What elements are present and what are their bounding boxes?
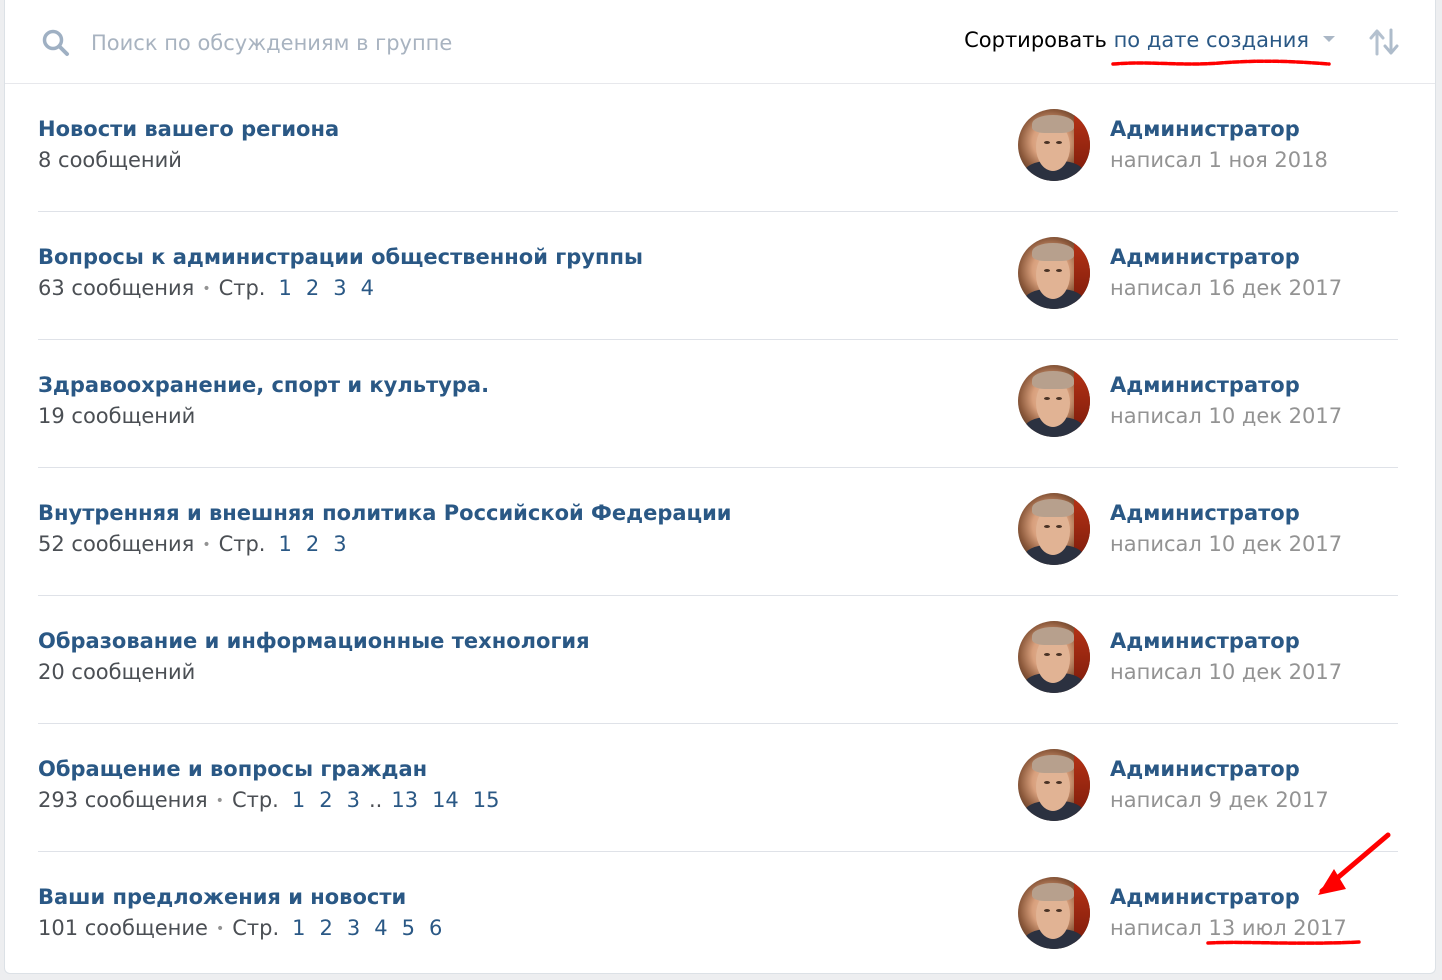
message-count: 52 сообщения	[38, 532, 195, 556]
topic-meta: 8 сообщений	[38, 148, 182, 172]
pages-label: Стр.	[218, 532, 266, 556]
chevron-down-icon[interactable]	[1323, 36, 1335, 42]
topic-row: Образование и информационные технология 2…	[38, 596, 1398, 724]
topic-title-link[interactable]: Здравоохранение, спорт и культура.	[38, 373, 489, 397]
page-link[interactable]: 3	[347, 916, 360, 940]
last-post-date: написал 10 дек 2017	[1110, 660, 1343, 684]
search-input[interactable]	[89, 22, 653, 64]
avatar[interactable]	[1018, 365, 1090, 437]
last-post-date: написал 10 дек 2017	[1110, 404, 1343, 428]
page-link[interactable]: 13	[391, 788, 418, 812]
author-link[interactable]: Администратор	[1110, 373, 1300, 397]
avatar[interactable]	[1018, 237, 1090, 309]
pages-ellipsis: ..	[368, 788, 383, 812]
topic-title-link[interactable]: Внутренняя и внешняя политика Российской…	[38, 501, 732, 525]
page-link[interactable]: 4	[374, 916, 387, 940]
page-link[interactable]: 1	[292, 788, 305, 812]
annotation-underline-date	[1206, 940, 1362, 945]
separator-dot: •	[202, 537, 211, 553]
message-count: 19 сообщений	[38, 404, 196, 428]
message-count: 101 сообщение	[38, 916, 208, 940]
page-link[interactable]: 4	[361, 276, 374, 300]
topic-title-link[interactable]: Вопросы к администрации общественной гру…	[38, 245, 643, 269]
pages-label: Стр.	[218, 276, 266, 300]
page-link[interactable]: 3	[333, 532, 346, 556]
last-post-date: написал 1 ноя 2018	[1110, 148, 1328, 172]
message-count: 20 сообщений	[38, 660, 196, 684]
author-link[interactable]: Администратор	[1110, 629, 1300, 653]
discussions-header: Сортировать по дате создания	[5, 0, 1435, 84]
sort-control: Сортировать по дате создания	[964, 28, 1335, 58]
topic-meta: 19 сообщений	[38, 404, 195, 428]
separator-dot: •	[215, 793, 224, 809]
page-link[interactable]: 3	[333, 276, 346, 300]
avatar[interactable]	[1018, 877, 1090, 949]
page-link[interactable]: 2	[306, 532, 319, 556]
topic-row: Обращение и вопросы граждан 293 сообщения…	[38, 724, 1398, 852]
topic-row: Внутренняя и внешняя политика Российской…	[38, 468, 1398, 596]
topic-meta: 101 сообщение • Стр. 1 2 3 4 5 6	[38, 916, 449, 940]
avatar[interactable]	[1018, 109, 1090, 181]
topic-title-link[interactable]: Ваши предложения и новости	[38, 885, 406, 909]
last-post-date: написал 10 дек 2017	[1110, 532, 1343, 556]
sort-label: Сортировать	[964, 28, 1107, 52]
topic-row: Новости вашего региона 8 сообщений Админис…	[38, 84, 1398, 212]
page-link[interactable]: 15	[473, 788, 500, 812]
pages-label: Стр.	[231, 788, 279, 812]
topic-row: Здравоохранение, спорт и культура. 19 соо…	[38, 340, 1398, 468]
pages-label: Стр.	[232, 916, 280, 940]
page-link[interactable]: 14	[432, 788, 459, 812]
last-post-date: написал 16 дек 2017	[1110, 276, 1343, 300]
separator-dot: •	[202, 281, 211, 297]
page-link[interactable]: 3	[347, 788, 360, 812]
topic-meta: 52 сообщения • Стр. 1 2 3	[38, 532, 354, 556]
author-link[interactable]: Администратор	[1110, 885, 1300, 909]
message-count: 8 сообщений	[38, 148, 182, 172]
page-link[interactable]: 1	[292, 916, 305, 940]
sort-order-icon[interactable]	[1367, 27, 1401, 57]
separator-dot: •	[215, 921, 225, 937]
page-link[interactable]: 6	[429, 916, 442, 940]
author-link[interactable]: Администратор	[1110, 117, 1300, 141]
author-link[interactable]: Администратор	[1110, 501, 1300, 525]
topic-list: Новости вашего региона 8 сообщений Админис…	[38, 84, 1398, 979]
topic-title-link[interactable]: Новости вашего региона	[38, 117, 339, 141]
avatar[interactable]	[1018, 749, 1090, 821]
sort-value-dropdown[interactable]: по дате создания	[1114, 28, 1309, 52]
message-count: 63 сообщения	[38, 276, 195, 300]
page-link[interactable]: 1	[278, 276, 291, 300]
topic-meta: 63 сообщения • Стр. 1 2 3 4	[38, 276, 381, 300]
topic-row: Ваши предложения и новости 101 сообщение •…	[38, 852, 1398, 979]
annotation-underline-sort	[1111, 59, 1331, 66]
search-icon	[42, 29, 69, 56]
page-link[interactable]: 2	[319, 788, 332, 812]
topic-title-link[interactable]: Обращение и вопросы граждан	[38, 757, 427, 781]
topic-meta: 293 сообщения • Стр. 1 2 3.. 13 14 15	[38, 788, 507, 812]
page-link[interactable]: 5	[402, 916, 415, 940]
page-link[interactable]: 2	[320, 916, 333, 940]
author-link[interactable]: Администратор	[1110, 757, 1300, 781]
avatar[interactable]	[1018, 621, 1090, 693]
topic-row: Вопросы к администрации общественной гру…	[38, 212, 1398, 340]
author-link[interactable]: Администратор	[1110, 245, 1300, 269]
topic-meta: 20 сообщений	[38, 660, 195, 684]
topic-title-link[interactable]: Образование и информационные технология	[38, 629, 590, 653]
avatar[interactable]	[1018, 493, 1090, 565]
last-post-date: написал 9 дек 2017	[1110, 788, 1329, 812]
page-link[interactable]: 2	[306, 276, 319, 300]
annotation-arrow	[1318, 832, 1391, 895]
message-count: 293 сообщения	[38, 788, 208, 812]
page-link[interactable]: 1	[278, 532, 291, 556]
